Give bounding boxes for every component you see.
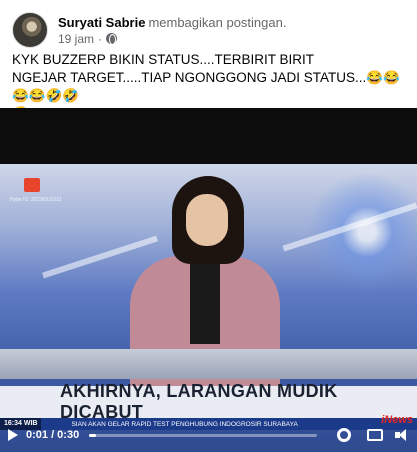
fullscreen-icon[interactable] [367, 429, 383, 441]
timestamp-line: 19 jam · [58, 31, 286, 47]
time-display: 0:01 / 0:30 [26, 429, 80, 441]
volume-icon[interactable] [395, 429, 409, 441]
meta-separator: · [98, 31, 103, 46]
post-time[interactable]: 19 jam [58, 31, 94, 47]
news-anchor-top [190, 264, 220, 344]
video-player[interactable]: Hybe ID: 2023/01/2312 AKHIRNYA, LARANGAN… [0, 108, 417, 452]
video-frame: Hybe ID: 2023/01/2312 AKHIRNYA, LARANGAN… [0, 164, 417, 452]
share-action-text: membagikan postingan. [148, 14, 287, 30]
player-controls: 0:01 / 0:30 [0, 418, 417, 452]
post-meta: Suryati Sabrie membagikan postingan. 19 j… [58, 14, 286, 47]
progress-bar[interactable] [89, 433, 317, 437]
play-icon[interactable] [8, 429, 18, 441]
settings-icon[interactable] [337, 428, 351, 442]
watermark-text: Hybe ID: 2023/01/2312 [10, 197, 62, 203]
news-headline: AKHIRNYA, LARANGAN MUDIK DICABUT [60, 381, 338, 422]
broadcaster-logo [24, 178, 40, 192]
progress-fill [89, 433, 97, 437]
post-card: Suryati Sabrie membagikan postingan. 19 j… [0, 0, 417, 452]
author-line: Suryati Sabrie membagikan postingan. [58, 14, 286, 31]
author-name[interactable]: Suryati Sabrie [58, 15, 145, 30]
news-anchor-face [186, 194, 228, 246]
post-header: Suryati Sabrie membagikan postingan. 19 j… [12, 12, 405, 48]
news-desk [0, 349, 417, 379]
light-beam [42, 235, 158, 279]
author-avatar[interactable] [12, 12, 48, 48]
headline-bar: AKHIRNYA, LARANGAN MUDIK DICABUT [0, 381, 417, 422]
globe-icon [106, 33, 118, 45]
